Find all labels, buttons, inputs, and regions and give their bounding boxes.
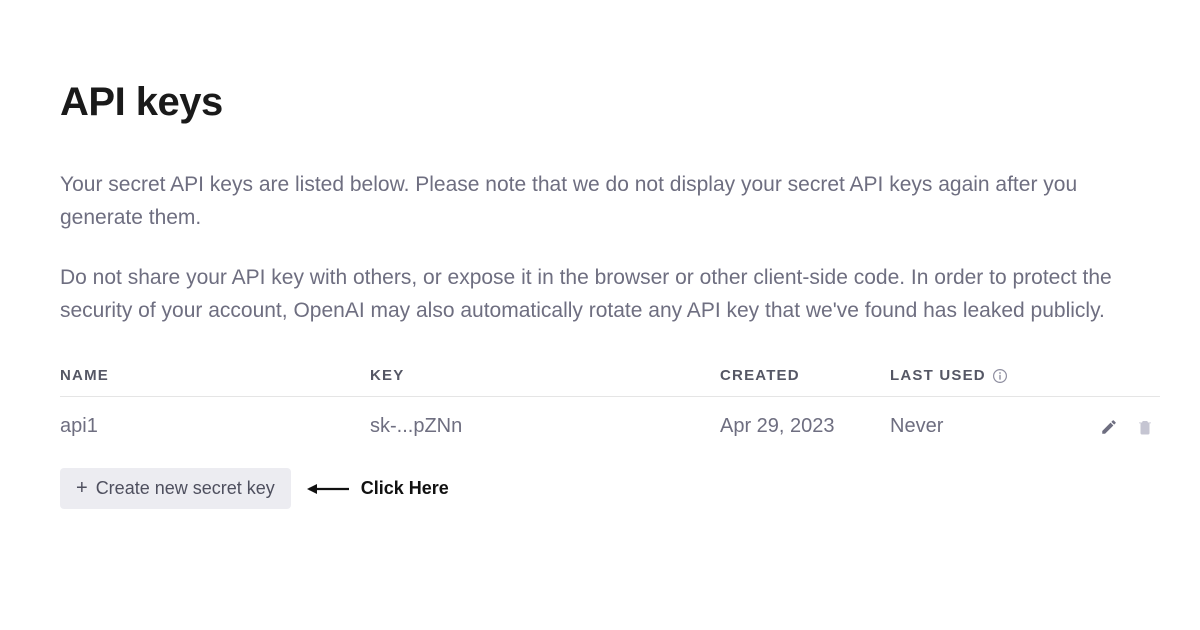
- plus-icon: +: [76, 478, 88, 498]
- edit-button[interactable]: [1100, 418, 1118, 436]
- description-2: Do not share your API key with others, o…: [60, 262, 1140, 327]
- col-header-created: CREATED: [720, 359, 890, 397]
- trash-icon: [1136, 418, 1154, 436]
- cell-last-used: Never: [890, 397, 1070, 455]
- pencil-icon: [1100, 418, 1118, 436]
- cell-name: api1: [60, 397, 370, 455]
- col-header-last-used-label: LAST USED: [890, 367, 986, 384]
- cell-key: sk-...pZNn: [370, 397, 720, 455]
- api-keys-table: NAME KEY CREATED LAST USED: [60, 359, 1160, 454]
- annotation: Click Here: [305, 478, 449, 499]
- cell-created: Apr 29, 2023: [720, 397, 890, 455]
- annotation-label: Click Here: [361, 478, 449, 499]
- create-secret-key-button[interactable]: + Create new secret key: [60, 468, 291, 509]
- col-header-key: KEY: [370, 359, 720, 397]
- page-title: API keys: [60, 80, 1140, 125]
- description-1: Your secret API keys are listed below. P…: [60, 169, 1140, 234]
- col-header-actions: [1070, 359, 1160, 397]
- col-header-last-used: LAST USED: [890, 359, 1070, 397]
- arrow-left-icon: [305, 482, 351, 496]
- col-header-name: NAME: [60, 359, 370, 397]
- info-icon[interactable]: [992, 368, 1008, 384]
- table-row: api1 sk-...pZNn Apr 29, 2023 Never: [60, 397, 1160, 455]
- delete-button[interactable]: [1136, 418, 1154, 436]
- create-secret-key-label: Create new secret key: [96, 478, 275, 499]
